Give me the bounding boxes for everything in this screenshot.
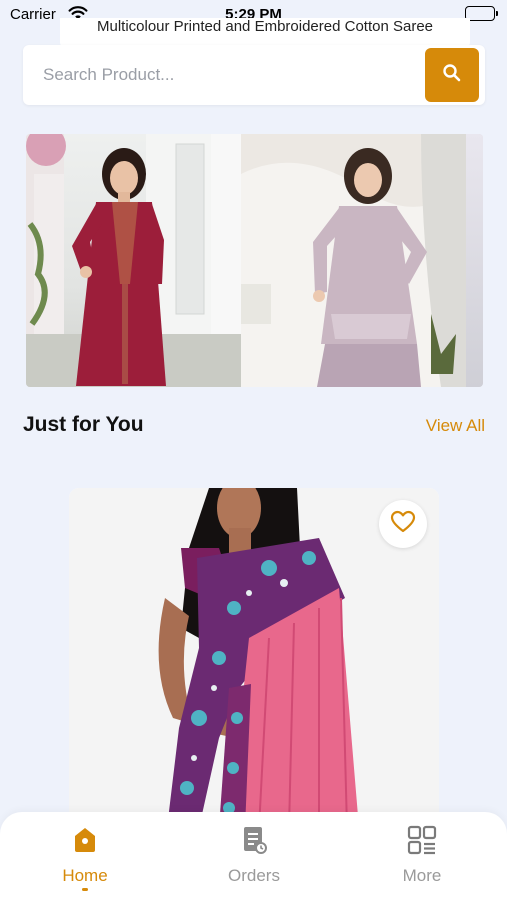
- tab-orders-label: Orders: [228, 866, 280, 885]
- tab-home[interactable]: Home: [25, 824, 145, 894]
- active-indicator: [82, 888, 88, 891]
- search-input[interactable]: [43, 63, 413, 87]
- grid-icon: [406, 824, 438, 856]
- bottom-tab-bar: Home Orders More: [0, 812, 507, 900]
- favorite-button[interactable]: [379, 500, 427, 548]
- home-icon: [69, 824, 101, 856]
- tab-home-label: Home: [62, 866, 108, 885]
- product-title: Multicolour Printed and Embroidered Cott…: [96, 18, 433, 35]
- tab-more-label: More: [402, 866, 442, 885]
- heart-icon: [390, 510, 416, 539]
- tab-more[interactable]: More: [362, 824, 482, 894]
- banner-next-peek: [466, 134, 483, 387]
- view-all-link[interactable]: View All: [426, 416, 485, 436]
- search-bar: [23, 45, 485, 105]
- product-title-card[interactable]: Multicolour Printed and Embroidered Cott…: [60, 18, 470, 48]
- banner-image-kurta-maroon: [26, 134, 241, 387]
- promo-banner[interactable]: [26, 134, 483, 387]
- orders-icon: [238, 824, 270, 856]
- search-button[interactable]: [425, 48, 479, 102]
- section-title: Just for You: [23, 413, 144, 436]
- banner-image-kurta-lilac: [241, 134, 466, 387]
- product-card[interactable]: [69, 488, 439, 828]
- tab-orders[interactable]: Orders: [194, 824, 314, 894]
- search-icon: [442, 63, 462, 88]
